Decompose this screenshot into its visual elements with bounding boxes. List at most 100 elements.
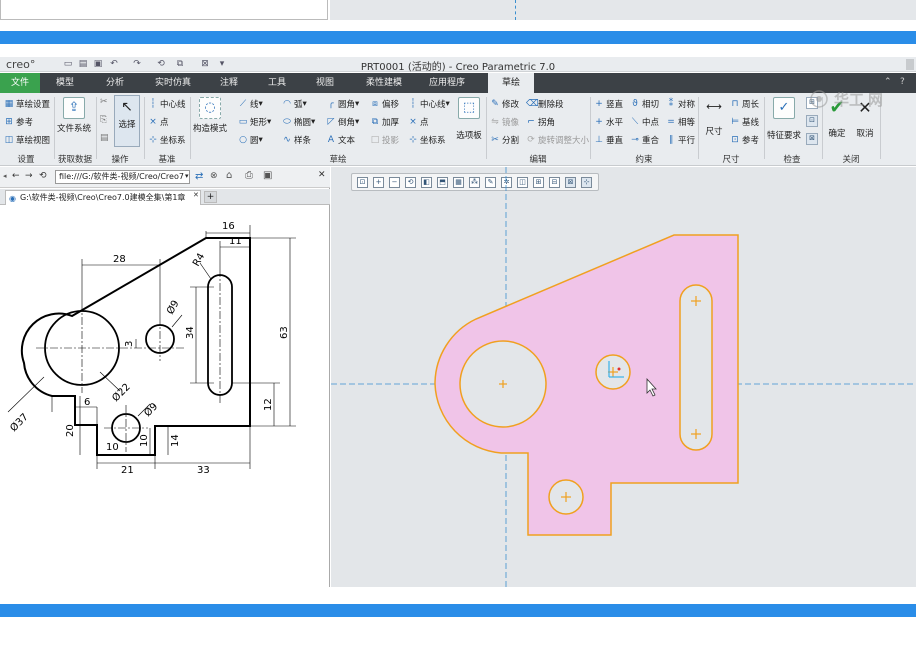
mirror-button[interactable]: ⇋ 镜像 <box>490 116 519 128</box>
rectangle-button[interactable]: ▭ 矩形 ▾ <box>238 116 272 128</box>
copy-icon[interactable]: ⎘ <box>100 115 110 125</box>
datum-point-button[interactable]: × 点 <box>148 116 168 128</box>
feature-requirements-button[interactable]: ✓ 特征要求 <box>766 97 802 141</box>
perpendicular-constraint-button[interactable]: ⊥ 垂直 <box>594 134 623 146</box>
graphics-window[interactable]: ⊡ + − ⟲ ◧ ⬒ ▦ ⁂ ✎ ✲ ◫ ⊞ ⊟ ⊠ ⊹ <box>331 167 916 587</box>
sketch-csys-button[interactable]: ⊹ 坐标系 <box>408 134 445 146</box>
datum-centerline-button[interactable]: ┆ 中心线 <box>148 98 185 110</box>
dimension-button[interactable]: ⟷ 尺寸 <box>700 97 728 138</box>
construction-mode-button[interactable]: ◌ 构造模式 <box>192 97 228 134</box>
stop-icon[interactable]: ⊗ <box>210 171 222 183</box>
spline-button[interactable]: ∿ 样条 <box>282 134 311 146</box>
text-button[interactable]: A 文本 <box>326 134 355 146</box>
tab-sketch[interactable]: 草绘 <box>488 73 534 93</box>
print-icon[interactable]: ⎙ <box>245 170 258 183</box>
group-label-editing: 编辑 <box>529 155 547 165</box>
chamfer-button[interactable]: ◸ 倒角 ▾ <box>326 116 360 128</box>
perimeter-button[interactable]: ⊓ 周长 <box>730 98 759 110</box>
browser-tab-bar: ◉ G:\软件类-视频\Creo\Creo7.0建模全集\第1章 ✕ + <box>0 189 330 205</box>
dim-label: 21 <box>121 465 134 476</box>
sketch-centerline-button[interactable]: ┆ 中心线 ▾ <box>408 98 450 110</box>
equal-constraint-button[interactable]: = 相等 <box>666 116 695 128</box>
fillet-button[interactable]: ╭ 圆角 ▾ <box>326 98 359 110</box>
tab-applications[interactable]: 应用程序 <box>420 73 474 93</box>
delete-segment-button[interactable]: ⌫ 删除段 <box>526 98 564 110</box>
tab-annotate[interactable]: 注释 <box>208 73 250 93</box>
panel-toggle-icon[interactable]: ◂ <box>3 172 9 182</box>
previous-graphics-area <box>330 0 916 20</box>
group-label-close: 关闭 <box>842 155 860 165</box>
offset-button[interactable]: ⧈ 偏移 <box>370 98 399 110</box>
modify-button[interactable]: ✎ 修改 <box>490 98 519 110</box>
project-button[interactable]: □ 投影 <box>370 134 399 146</box>
paste-icon[interactable]: ▤ <box>100 133 110 143</box>
coincident-icon: ⊸ <box>631 134 639 145</box>
home-icon[interactable]: ⌂ <box>226 170 239 183</box>
sketch-view-button[interactable]: ◫ 草绘视图 <box>4 134 50 146</box>
tab-analysis[interactable]: 分析 <box>94 73 136 93</box>
tab-model[interactable]: 模型 <box>44 73 86 93</box>
window-title: PRT0001 (活动的) - Creo Parametric 7.0 <box>360 62 556 73</box>
horizontal-constraint-button[interactable]: + 水平 <box>594 116 623 128</box>
back-arrow-icon[interactable]: ← <box>12 171 24 183</box>
forward-arrow-icon[interactable]: → <box>25 171 37 183</box>
group-label-setup: 设置 <box>17 155 35 165</box>
arc-button[interactable]: ◠ 弧 ▾ <box>282 98 307 110</box>
parallel-constraint-button[interactable]: ∥ 平行 <box>666 134 695 146</box>
ellipse-icon: ⬭ <box>283 116 291 127</box>
tab-close-icon[interactable]: ✕ <box>193 191 201 201</box>
select-button[interactable]: ↖ 选择 <box>114 95 140 147</box>
tab-flexible-modeling[interactable]: 柔性建模 <box>357 73 411 93</box>
palette-button[interactable]: ⬚ 选项板 <box>454 97 484 141</box>
history-icon[interactable]: ⟲ <box>39 171 51 183</box>
reference-dim-icon: ⊡ <box>731 134 739 145</box>
midpoint-constraint-button[interactable]: ⟍ 中点 <box>630 116 659 128</box>
file-system-button[interactable]: ⇪ 文件系统 <box>56 97 92 134</box>
close-panel-icon[interactable]: ✕ <box>318 170 328 182</box>
divide-button[interactable]: ✂ 分割 <box>490 134 519 146</box>
sketch-canvas[interactable] <box>331 167 916 587</box>
symmetric-constraint-button[interactable]: ⁑ 对称 <box>666 98 695 110</box>
thicken-button[interactable]: ⧉ 加厚 <box>370 116 399 128</box>
sketch-slot[interactable] <box>679 284 713 451</box>
tab-live-simulation[interactable]: 实时仿真 <box>146 73 200 93</box>
group-separator <box>590 97 591 159</box>
url-dropdown-icon[interactable]: ▾ <box>185 172 193 182</box>
dim-label: 6 <box>84 397 90 408</box>
tab-tools[interactable]: 工具 <box>256 73 298 93</box>
circle-icon: ○ <box>239 134 247 145</box>
midpoint-icon: ⟍ <box>631 116 639 127</box>
references-button[interactable]: ⊞ 参考 <box>4 116 33 128</box>
shade-closed-loops-icon[interactable]: ⊠ <box>806 133 818 145</box>
help-icon[interactable]: ? <box>900 77 910 87</box>
baseline-button[interactable]: ⊨ 基线 <box>730 116 759 128</box>
browser-tab[interactable]: ◉ G:\软件类-视频\Creo\Creo7.0建模全集\第1章 <box>5 190 201 205</box>
reference-dim-button[interactable]: ⊡ 参考 <box>730 134 759 146</box>
previous-axis-line <box>515 0 516 20</box>
new-tab-button[interactable]: + <box>204 191 217 203</box>
coincident-constraint-button[interactable]: ⊸ 重合 <box>630 134 659 146</box>
refresh-icon[interactable]: ⇄ <box>195 171 207 183</box>
ellipse-button[interactable]: ⬭ 椭圆 ▾ <box>282 116 315 128</box>
tab-file[interactable]: 文件 <box>0 73 40 93</box>
sketch-point-button[interactable]: × 点 <box>408 116 428 128</box>
vertical-constraint-button[interactable]: + 竖直 <box>594 98 623 110</box>
corner-button[interactable]: ⌐ 拐角 <box>526 116 555 128</box>
save-page-icon[interactable]: ▣ <box>263 170 276 183</box>
page-icon: ◉ <box>9 194 16 203</box>
cut-icon[interactable]: ✂ <box>100 97 110 107</box>
sketch-setup-button[interactable]: ▦ 草绘设置 <box>4 98 50 110</box>
highlight-open-ends-icon[interactable]: ⊡ <box>806 115 818 127</box>
url-input[interactable]: file:///G:/软件类-视频/Creo/Creo7 <box>55 170 190 184</box>
tab-view[interactable]: 视图 <box>304 73 346 93</box>
chamfer-icon: ◸ <box>327 116 335 127</box>
datum-csys-button[interactable]: ⊹ 坐标系 <box>148 134 185 146</box>
rotate-resize-button[interactable]: ⟳ 旋转调整大小 <box>526 134 589 146</box>
tangent-constraint-button[interactable]: ϑ 相切 <box>630 98 659 110</box>
circle-button[interactable]: ○ 圆 ▾ <box>238 134 263 146</box>
line-button[interactable]: ⟋ 线 ▾ <box>238 98 263 110</box>
collapse-ribbon-icon[interactable]: ⌃ <box>884 77 894 87</box>
baseline-icon: ⊨ <box>731 116 739 127</box>
watermark-logo: 华工 网 <box>808 88 916 110</box>
window-control[interactable] <box>906 59 914 70</box>
